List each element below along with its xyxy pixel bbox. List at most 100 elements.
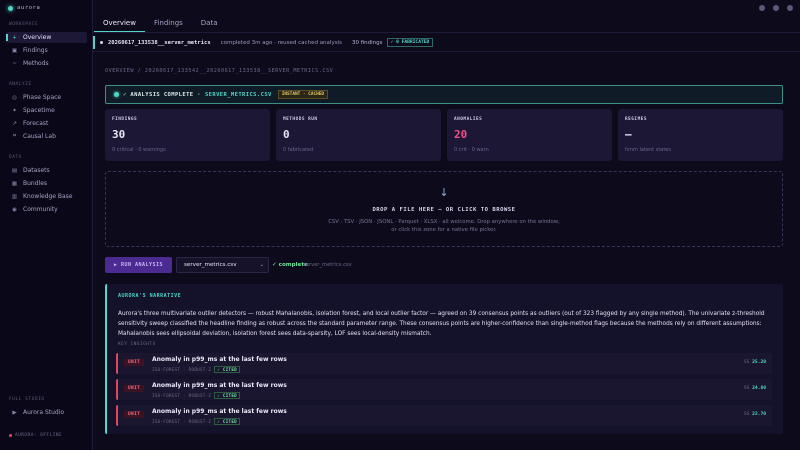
stat-label: REGIMES bbox=[625, 117, 648, 122]
sidebar-item-label: Community bbox=[23, 206, 58, 213]
section-workspace: WORKSPACE bbox=[9, 22, 39, 27]
bundles-icon: ▦ bbox=[11, 180, 18, 187]
stat-label: FINDINGS bbox=[112, 117, 138, 122]
sidebar-item-label: Bundles bbox=[23, 180, 48, 187]
file-bar[interactable]: 20260617_133538__server_metrics complete… bbox=[93, 34, 800, 51]
narrative-title: AURORA'S NARRATIVE bbox=[118, 293, 182, 299]
sidebar-item-datasets[interactable]: ▤ Datasets bbox=[6, 165, 87, 176]
stat-sub: 0 crit · 0 warn bbox=[454, 147, 489, 153]
sidebar-item-bundles[interactable]: ▦ Bundles bbox=[6, 178, 87, 189]
cited-badge: ✓ CITED bbox=[214, 392, 240, 399]
flag-icon: ▣ bbox=[11, 47, 18, 54]
insight-meta: ISO-FOREST · ROBUST-Z ✓ CITED bbox=[152, 366, 240, 373]
stat-value: 20 bbox=[454, 128, 468, 141]
chevron-down-icon: ⌄ bbox=[259, 262, 264, 268]
breadcrumb: OVERVIEW / 20260617_133542__20260617_133… bbox=[105, 68, 334, 74]
section-data: DATA bbox=[9, 155, 22, 160]
stat-sub: 0 critical · 0 warnings bbox=[112, 147, 166, 153]
sidebar-item-methods[interactable]: ~ Methods bbox=[6, 58, 87, 69]
sidebar-item-label: Findings bbox=[23, 47, 48, 54]
tab-data[interactable]: Data bbox=[192, 15, 227, 32]
file-bullet-icon bbox=[100, 41, 103, 44]
connection-status: AURORA: OFFLINE bbox=[9, 433, 62, 438]
plus-icon: + bbox=[12, 34, 17, 41]
insight-score: SS 25.20 bbox=[744, 360, 766, 365]
insight-methods: ISO-FOREST · ROBUST-Z bbox=[152, 393, 212, 398]
insight-meta: ISO-FOREST · ROBUST-Z ✓ CITED bbox=[152, 392, 240, 399]
tab-divider bbox=[93, 32, 800, 33]
sidebar: aurora WORKSPACE + Overview ▣ Findings ~… bbox=[0, 0, 93, 450]
causal-icon: ⌗ bbox=[12, 133, 17, 139]
unit-badge: UNIT bbox=[124, 385, 145, 392]
sidebar-item-label: Causal Lab bbox=[23, 133, 56, 140]
close-icon[interactable] bbox=[787, 5, 793, 11]
sidebar-item-overview[interactable]: + Overview bbox=[6, 32, 87, 43]
spacetime-icon: ✦ bbox=[12, 107, 17, 114]
insight-meta: ISO-FOREST · ROBUST-Z ✓ CITED bbox=[152, 418, 240, 425]
sidebar-item-label: Datasets bbox=[23, 167, 50, 174]
insight-methods: ISO-FOREST · ROBUST-Z bbox=[152, 367, 212, 372]
brand[interactable]: aurora bbox=[8, 5, 40, 11]
insight-score: SS 23.70 bbox=[744, 412, 766, 417]
maximize-icon[interactable] bbox=[773, 5, 779, 11]
tab-bar: Overview Findings Data bbox=[94, 15, 227, 32]
stat-label: ANOMALIES bbox=[454, 117, 483, 122]
tab-findings[interactable]: Findings bbox=[145, 15, 192, 32]
sidebar-item-aurora-studio[interactable]: ▶ Aurora Studio bbox=[6, 407, 87, 418]
file-dropzone[interactable]: ↓ DROP A FILE HERE — OR CLICK TO BROWSE … bbox=[105, 171, 783, 247]
cited-badge: ✓ CITED bbox=[214, 366, 240, 373]
run-analysis-button[interactable]: ▶ RUN ANALYSIS bbox=[105, 257, 172, 273]
stat-card-methods-run[interactable]: METHODS RUN 0 0 fabricated bbox=[276, 109, 441, 161]
sidebar-item-community[interactable]: ◉ Community bbox=[6, 204, 87, 215]
score-label: SS bbox=[743, 412, 750, 417]
sidebar-item-knowledge-base[interactable]: ▥ Knowledge Base bbox=[6, 191, 87, 202]
score-value: 23.70 bbox=[752, 412, 766, 417]
stat-value: 0 bbox=[283, 128, 290, 141]
findings-count: 30 findings bbox=[351, 39, 383, 46]
insight-row[interactable]: UNIT Anomaly in p99_ms at the last few r… bbox=[116, 353, 772, 374]
stat-card-anomalies[interactable]: ANOMALIES 20 0 crit · 0 warn bbox=[447, 109, 612, 161]
stat-card-regimes[interactable]: REGIMES — hmm latent states bbox=[618, 109, 783, 161]
stat-sub: hmm latent states bbox=[625, 147, 671, 153]
score-value: 25.20 bbox=[752, 360, 766, 365]
download-arrow-icon: ↓ bbox=[439, 186, 449, 199]
unit-badge: UNIT bbox=[124, 411, 145, 418]
file-bar-accent bbox=[93, 36, 95, 49]
sidebar-item-findings[interactable]: ▣ Findings bbox=[6, 45, 87, 56]
insight-row[interactable]: UNIT Anomaly in p99_ms at the last few r… bbox=[116, 379, 772, 400]
file-select[interactable]: server_metrics.csv ⌄ bbox=[176, 257, 269, 273]
minimize-icon[interactable] bbox=[759, 5, 765, 11]
sidebar-item-label: Overview bbox=[23, 34, 52, 41]
stat-card-findings[interactable]: FINDINGS 30 0 critical · 0 warnings bbox=[105, 109, 270, 161]
status-dot-icon bbox=[114, 92, 119, 97]
forecast-icon: ↗ bbox=[12, 120, 17, 127]
score-value: 24.80 bbox=[752, 386, 766, 391]
section-full-studio: FULL STUDIO bbox=[9, 397, 45, 402]
sidebar-item-forecast[interactable]: ↗ Forecast bbox=[6, 118, 87, 129]
banner-file: SERVER_METRICS.CSV bbox=[204, 91, 272, 98]
sidebar-item-phase-space[interactable]: ◎ Phase Space bbox=[6, 92, 87, 103]
dropzone-title: DROP A FILE HERE — OR CLICK TO BROWSE bbox=[372, 207, 516, 213]
sidebar-item-causal-lab[interactable]: ⌗ Causal Lab bbox=[6, 131, 87, 142]
sidebar-item-label: Forecast bbox=[23, 120, 49, 127]
tab-overview[interactable]: Overview bbox=[94, 15, 145, 32]
cached-badge: INSTANT · CACHED bbox=[277, 90, 329, 99]
section-analyze: ANALYZE bbox=[9, 82, 32, 87]
cited-badge: ✓ CITED bbox=[214, 418, 240, 425]
tilde-icon: ~ bbox=[12, 60, 17, 67]
fabricated-badge: ✓ 0 FABRICATED bbox=[386, 38, 434, 47]
file-status: completed 3m ago · reused cached analysi… bbox=[220, 39, 342, 46]
stat-value: 30 bbox=[112, 128, 126, 141]
file-select-value: server_metrics.csv bbox=[184, 262, 237, 268]
stat-label: METHODS RUN bbox=[283, 117, 318, 122]
globe-icon: ◉ bbox=[12, 206, 17, 213]
narrative-body: Aurora's three multivariate outlier dete… bbox=[118, 311, 765, 337]
insight-title: Anomaly in p99_ms at the last few rows bbox=[152, 382, 287, 389]
stat-value: — bbox=[625, 128, 632, 141]
sidebar-item-label: Knowledge Base bbox=[23, 193, 73, 200]
sidebar-item-spacetime[interactable]: ✦ Spacetime bbox=[6, 105, 87, 116]
sidebar-item-label: Phase Space bbox=[23, 94, 62, 101]
connection-status-text: AURORA: OFFLINE bbox=[15, 433, 63, 438]
insight-row[interactable]: UNIT Anomaly in p99_ms at the last few r… bbox=[116, 405, 772, 426]
sidebar-item-label: Spacetime bbox=[23, 107, 55, 114]
